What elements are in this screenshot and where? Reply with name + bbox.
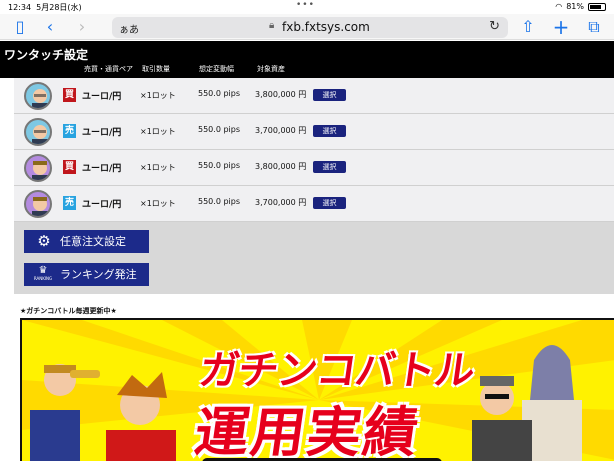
lot-size: ×1ロット [140, 127, 176, 136]
banner-title-line2: 運用実績 [190, 401, 424, 461]
page-title: ワンタッチ設定 [4, 48, 89, 62]
battery-icon [588, 2, 606, 11]
share-icon[interactable]: ⇧ [518, 17, 538, 37]
reload-icon[interactable]: ↻ [489, 19, 500, 34]
list-item: 買 ユーロ/円 ×1ロット 550.0 pips 3,800,000 円 選択 [14, 78, 614, 114]
lot-size: ×1ロット [140, 163, 176, 172]
select-button[interactable]: 選択 [313, 125, 346, 137]
target-asset: 3,800,000 円 [255, 90, 307, 99]
target-asset: 3,800,000 円 [255, 162, 307, 171]
list-item: 買 ユーロ/円 ×1ロット 550.0 pips 3,800,000 円 選択 [14, 150, 614, 186]
new-tab-icon[interactable]: + [551, 17, 571, 37]
range-pips: 550.0 pips [198, 161, 240, 170]
range-pips: 550.0 pips [198, 125, 240, 134]
col-header-lot: 取引数量 [142, 65, 170, 73]
gear-icon: ⚙ [37, 232, 51, 250]
wifi-icon: ◠ [555, 2, 563, 11]
lot-size: ×1ロット [140, 91, 176, 100]
reader-options-button[interactable]: ぁあ [119, 21, 139, 36]
select-button[interactable]: 選択 [313, 161, 346, 173]
col-header-range: 想定変動幅 [199, 65, 234, 73]
avatar [24, 118, 52, 146]
back-icon[interactable]: ‹ [40, 17, 60, 37]
select-button[interactable]: 選択 [313, 197, 346, 209]
avatar [24, 154, 52, 182]
side-badge: 買 [63, 88, 76, 102]
avatar [24, 82, 52, 110]
side-badge: 売 [63, 124, 76, 138]
battery-percent: 81% [566, 2, 584, 11]
status-right: ◠ 81% [555, 2, 606, 11]
target-asset: 3,700,000 円 [255, 126, 307, 135]
ranking-crown-icon: ♛ RANKING [33, 265, 53, 282]
weekly-update-heading: ★ガチンコバトル毎週更新中★ [20, 307, 117, 315]
address-bar[interactable]: ぁあ 🔒︎ fxb.fxtsys.com ↻ [112, 17, 508, 38]
avatar [24, 190, 52, 218]
select-button[interactable]: 選択 [313, 89, 346, 101]
range-pips: 550.0 pips [198, 197, 240, 206]
action-panel: ⚙ 任意注文設定 ♛ RANKING ランキング発注 [14, 222, 614, 294]
status-bar: 12:34 5月28日(水) ••• ◠ 81% [0, 0, 614, 14]
status-time: 12:34 5月28日(水) [8, 3, 82, 12]
tabs-overview-icon[interactable]: ⧉ [584, 17, 604, 37]
currency-pair: ユーロ/円 [82, 128, 122, 138]
col-header-asset: 対象資産 [257, 65, 285, 73]
one-touch-list: 買 ユーロ/円 ×1ロット 550.0 pips 3,800,000 円 選択 … [14, 78, 614, 222]
sidebar-icon[interactable]: ▯ [10, 17, 30, 37]
list-item: 売 ユーロ/円 ×1ロット 550.0 pips 3,700,000 円 選択 [14, 114, 614, 150]
lot-size: ×1ロット [140, 199, 176, 208]
currency-pair: ユーロ/円 [82, 164, 122, 174]
page-header: ワンタッチ設定 売買・通貨ペア 取引数量 想定変動幅 対象資産 [0, 41, 614, 78]
browser-toolbar: ▯ ‹ › ぁあ 🔒︎ fxb.fxtsys.com ↻ ⇧ + ⧉ [0, 14, 614, 40]
battle-results-banner[interactable]: ガチンコバトル 運用実績 [20, 318, 614, 461]
ranking-order-button[interactable]: ♛ RANKING ランキング発注 [24, 263, 149, 286]
list-item: 売 ユーロ/円 ×1ロット 550.0 pips 3,700,000 円 選択 [14, 186, 614, 222]
multitask-dots-icon[interactable]: ••• [296, 0, 315, 10]
side-badge: 買 [63, 160, 76, 174]
forward-icon[interactable]: › [72, 17, 92, 37]
col-header-pair: 売買・通貨ペア [84, 65, 133, 73]
side-badge: 売 [63, 196, 76, 210]
lock-icon: 🔒︎ [269, 20, 275, 31]
target-asset: 3,700,000 円 [255, 198, 307, 207]
range-pips: 550.0 pips [198, 89, 240, 98]
currency-pair: ユーロ/円 [82, 92, 122, 102]
url-text[interactable]: fxb.fxtsys.com [282, 20, 370, 34]
custom-order-button[interactable]: ⚙ 任意注文設定 [24, 230, 149, 253]
currency-pair: ユーロ/円 [82, 200, 122, 210]
